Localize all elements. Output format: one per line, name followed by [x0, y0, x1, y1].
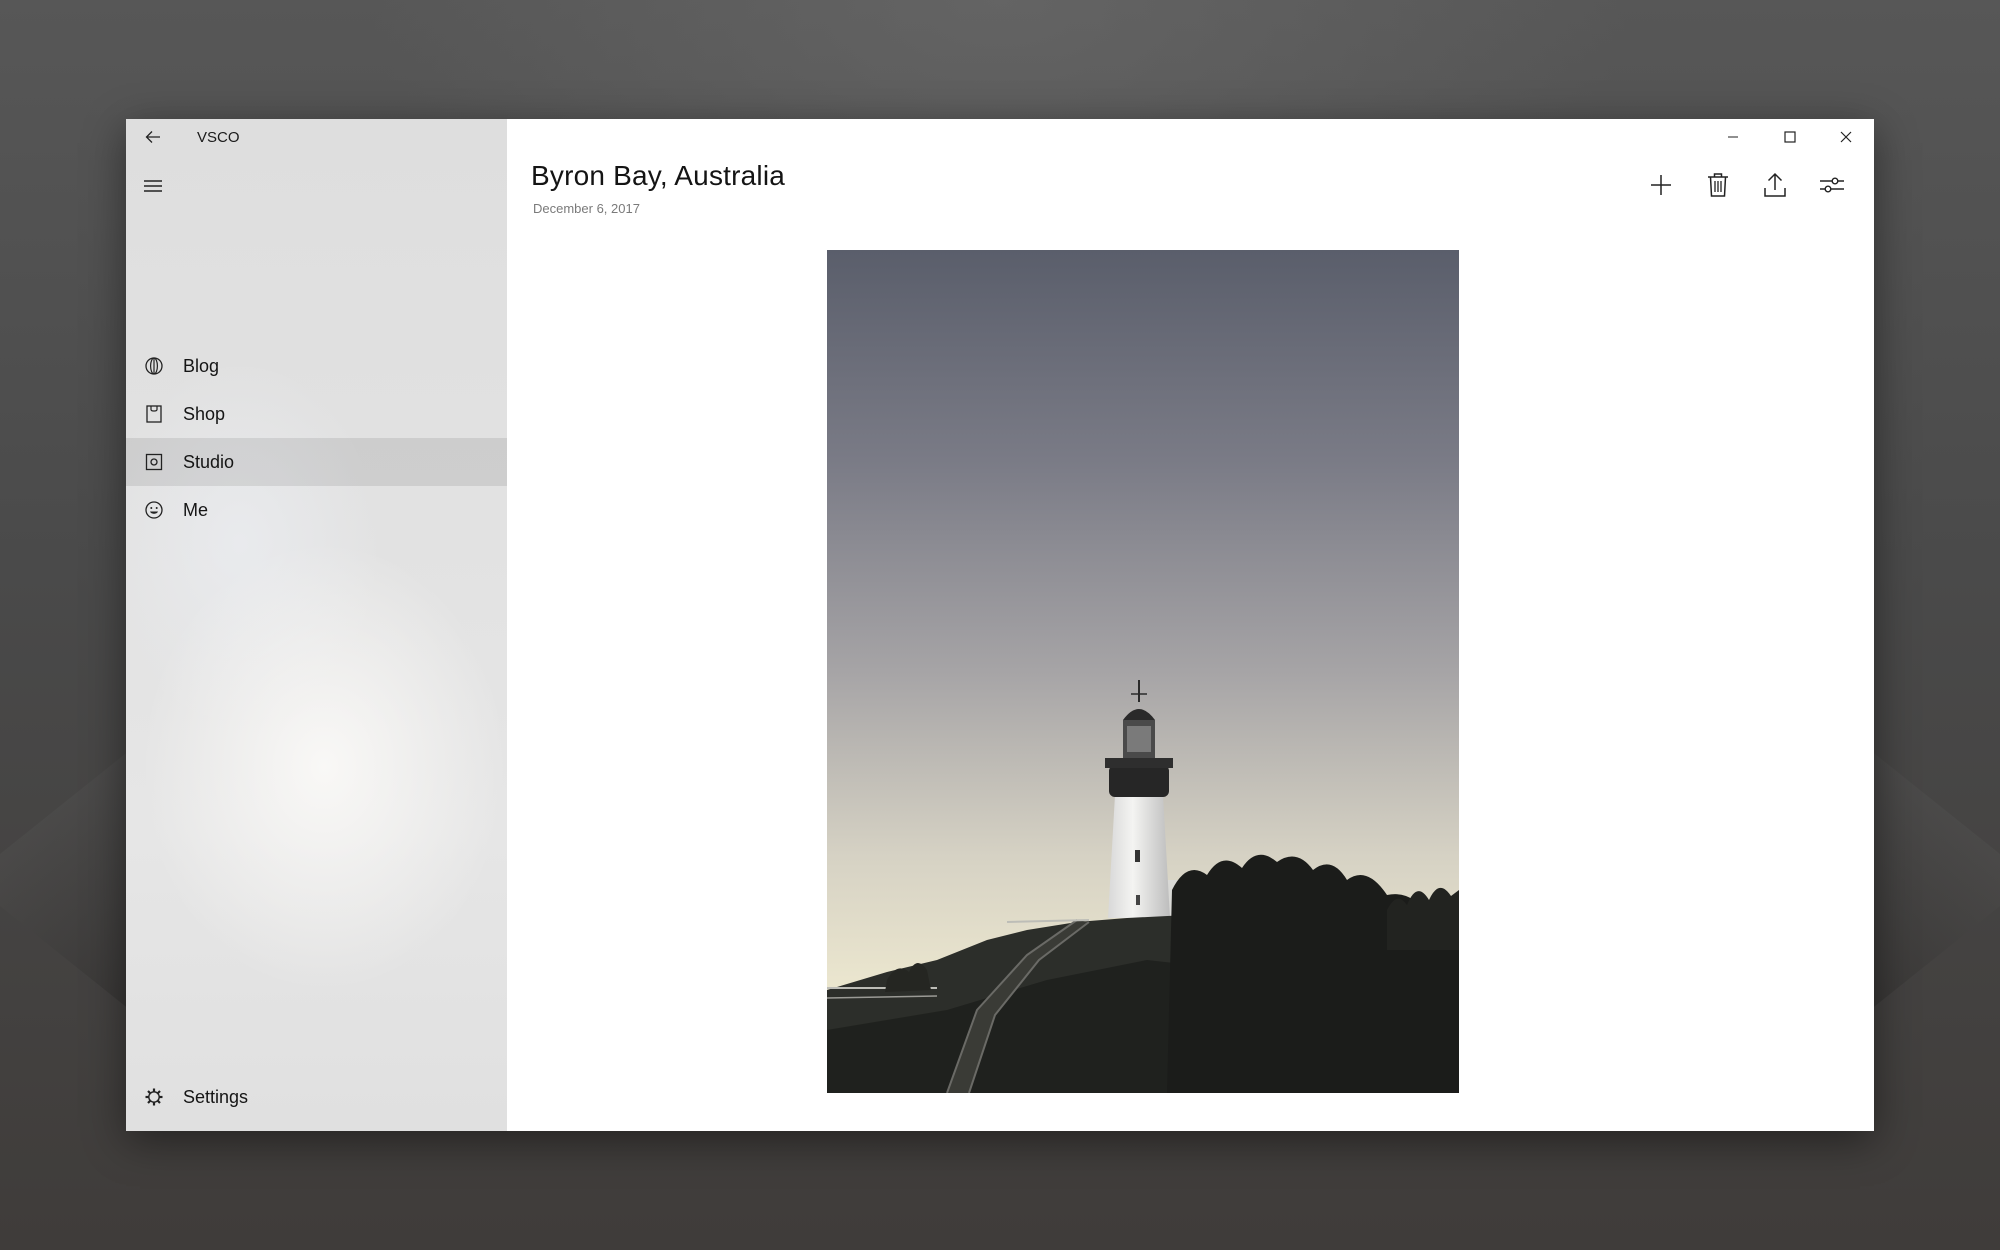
maximize-icon	[1783, 131, 1796, 143]
shopping-bag-icon	[146, 405, 162, 423]
close-icon	[1840, 131, 1851, 143]
globe-icon	[145, 357, 163, 375]
sidebar-item-label: Shop	[183, 403, 226, 424]
sliders-icon	[1820, 177, 1844, 193]
minimize-icon	[1727, 136, 1738, 138]
hamburger-menu-button[interactable]	[138, 171, 168, 201]
sidebar-item-studio[interactable]: Studio	[126, 438, 507, 486]
minimize-button[interactable]	[1704, 119, 1761, 155]
maximize-button[interactable]	[1761, 119, 1818, 155]
share-button[interactable]	[1755, 165, 1795, 205]
face-icon	[145, 501, 163, 519]
close-button[interactable]	[1817, 119, 1874, 155]
studio-icon	[145, 453, 163, 471]
sidebar-item-settings[interactable]: Settings	[126, 1073, 507, 1121]
sidebar-item-blog[interactable]: Blog	[126, 342, 507, 390]
share-icon	[1764, 172, 1786, 197]
back-button[interactable]	[140, 125, 166, 149]
back-arrow-icon	[145, 131, 160, 143]
sidebar-item-shop[interactable]: Shop	[126, 390, 507, 438]
photo-image	[827, 250, 1459, 1093]
edit-adjust-button[interactable]	[1812, 165, 1852, 205]
desktop-background-fold	[0, 750, 130, 1010]
sidebar-item-label: Studio	[183, 451, 235, 472]
main-content: Byron Bay, Australia December 6, 2017	[507, 119, 1874, 1131]
sidebar-item-label: Settings	[183, 1086, 249, 1107]
app-title: VSCO	[197, 129, 240, 146]
sidebar-item-label: Me	[183, 499, 209, 520]
trash-icon	[1708, 173, 1728, 197]
hamburger-icon	[144, 180, 162, 192]
sidebar: VSCO Blog Shop Studio Me Settings	[126, 119, 507, 1131]
app-window: VSCO Blog Shop Studio Me Settings Byron …	[126, 119, 1874, 1131]
plus-icon	[1651, 175, 1671, 195]
sidebar-item-me[interactable]: Me	[126, 486, 507, 534]
title-bar: VSCO	[126, 119, 507, 155]
add-button[interactable]	[1641, 165, 1681, 205]
gear-icon	[145, 1088, 163, 1106]
desktop-background-fold	[1870, 750, 2000, 1010]
sidebar-item-label: Blog	[183, 355, 220, 376]
sidebar-nav: Blog Shop Studio Me	[126, 342, 507, 534]
page-title: Byron Bay, Australia	[531, 160, 786, 191]
delete-button[interactable]	[1698, 165, 1738, 205]
photo-lighthouse[interactable]	[827, 250, 1459, 1093]
photo-date: December 6, 2017	[533, 201, 640, 216]
